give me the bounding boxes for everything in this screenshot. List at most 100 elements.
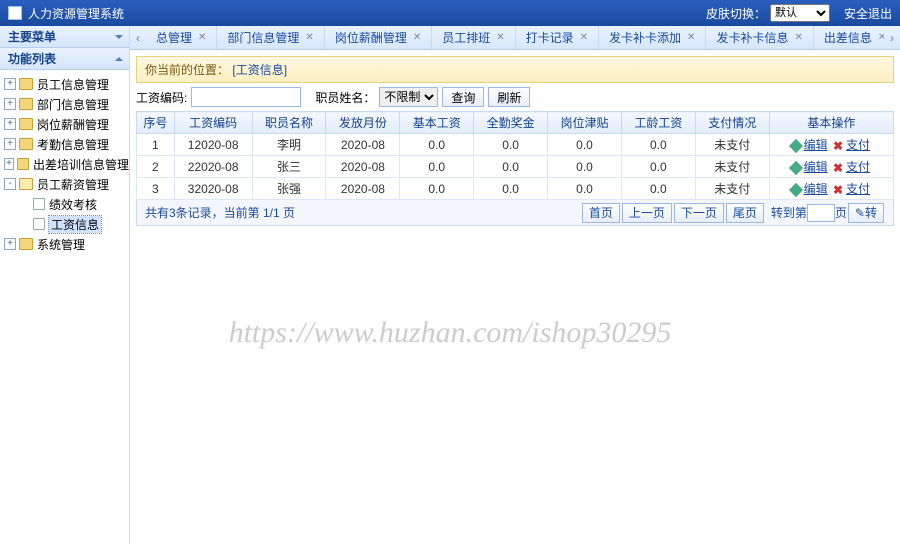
column-header: 支付情况 [695, 112, 769, 134]
tab[interactable]: 出差信息✕ [814, 26, 884, 49]
pay-link[interactable]: 支付 [846, 160, 870, 174]
tab[interactable]: 部门信息管理✕ [217, 26, 324, 49]
delete-icon: ✖ [833, 161, 843, 175]
breadcrumb: 你当前的位置： [工资信息] [136, 56, 894, 83]
column-header: 全勤奖金 [474, 112, 548, 134]
tree-node-label: 考勤信息管理 [37, 136, 109, 153]
pay-link[interactable]: 支付 [846, 138, 870, 152]
plus-icon[interactable]: + [4, 238, 16, 250]
folder-icon [19, 238, 33, 250]
folder-icon [19, 118, 33, 130]
tab-scroll-right[interactable]: › [884, 26, 900, 49]
sidebar-func-header[interactable]: 功能列表 [0, 48, 129, 70]
skin-select[interactable]: 默认 [770, 4, 830, 22]
logout-link[interactable]: 安全退出 [844, 5, 892, 22]
pay-link[interactable]: 支付 [846, 182, 870, 196]
pager-next[interactable]: 下一页 [674, 203, 724, 223]
plus-icon[interactable]: + [4, 158, 14, 170]
pager-last[interactable]: 尾页 [726, 203, 764, 223]
cell-actions: 编辑 ✖支付 [769, 134, 893, 156]
tab-scroll-left[interactable]: ‹ [130, 26, 146, 49]
sidebar-menu-header[interactable]: 主要菜单 [0, 26, 129, 48]
tree-node-label: 出差培训信息管理 [33, 156, 129, 173]
cell-month: 2020-08 [326, 134, 400, 156]
close-icon[interactable]: ✕ [794, 32, 802, 43]
tab[interactable]: 发卡补卡添加✕ [599, 26, 706, 49]
close-icon[interactable]: ✕ [305, 32, 313, 43]
tab-label: 总管理 [156, 29, 192, 46]
pager-go-button[interactable]: ✎转 [848, 203, 884, 223]
sidebar-menu-title: 主要菜单 [8, 26, 56, 48]
tree-node[interactable]: +员工信息管理 [0, 74, 129, 94]
minus-icon[interactable]: - [4, 178, 16, 190]
name-label: 职员姓名： [315, 89, 375, 106]
tab[interactable]: 员工排班✕ [432, 26, 515, 49]
tree-node[interactable]: +岗位薪酬管理 [0, 114, 129, 134]
edit-link[interactable]: 编辑 [804, 160, 828, 174]
cell-allow: 0.0 [548, 134, 622, 156]
tree-node[interactable]: - 员工薪资管理 [0, 174, 129, 194]
pager-info: 共有3条记录，当前第 1/1 页 [145, 204, 581, 221]
tree-node-label: 员工薪资管理 [37, 176, 109, 193]
content: 你当前的位置： [工资信息] 工资编码: 职员姓名： 不限制 查询 刷新 序号工… [130, 50, 900, 544]
tree-node-label: 工资信息 [49, 216, 101, 233]
name-select[interactable]: 不限制 [379, 87, 438, 107]
tree-node-label: 部门信息管理 [37, 96, 109, 113]
edit-link[interactable]: 编辑 [804, 138, 828, 152]
expand-icon[interactable] [115, 53, 123, 61]
search-bar: 工资编码: 职员姓名： 不限制 查询 刷新 [136, 87, 894, 107]
app-icon [8, 6, 22, 20]
tree-node[interactable]: + 考勤信息管理 [0, 134, 129, 154]
plus-icon[interactable]: + [4, 118, 16, 130]
main-area: ‹ 总管理✕部门信息管理✕岗位薪酬管理✕员工排班✕打卡记录✕发卡补卡添加✕发卡补… [130, 26, 900, 544]
plus-icon[interactable]: + [4, 98, 16, 110]
cell-bonus: 0.0 [474, 156, 548, 178]
salary-table: 序号工资编码职员名称发放月份基本工资全勤奖金岗位津贴工龄工资支付情况基本操作 1… [136, 111, 894, 200]
cell-status: 未支付 [695, 178, 769, 200]
collapse-icon[interactable] [115, 35, 123, 43]
cell-bonus: 0.0 [474, 178, 548, 200]
tab[interactable]: 岗位薪酬管理✕ [325, 26, 432, 49]
table-row: 112020-08李明2020-080.00.00.00.0未支付编辑 ✖支付 [137, 134, 894, 156]
tree-node-label: 系统管理 [37, 236, 85, 253]
tree-node[interactable]: 工资信息 [0, 214, 129, 234]
tree-node[interactable]: + 出差培训信息管理 [0, 154, 129, 174]
tree-node[interactable]: 绩效考核 [0, 194, 129, 214]
folder-icon [19, 138, 33, 150]
cell-actions: 编辑 ✖支付 [769, 178, 893, 200]
refresh-button[interactable]: 刷新 [488, 87, 530, 107]
cell-idx: 2 [137, 156, 175, 178]
tab[interactable]: 总管理 ✕ [146, 26, 217, 49]
code-input[interactable] [191, 87, 301, 107]
pager: 共有3条记录，当前第 1/1 页 首页 上一页 下一页 尾页 转到第 页 ✎转 [136, 200, 894, 226]
close-icon[interactable]: ✕ [580, 32, 588, 43]
cell-sen: 0.0 [621, 156, 695, 178]
edit-link[interactable]: 编辑 [804, 182, 828, 196]
nav-tree: +员工信息管理+部门信息管理+岗位薪酬管理+考勤信息管理+出差培训信息管理-员工… [0, 70, 129, 258]
close-icon[interactable]: ✕ [198, 32, 206, 43]
pager-goto-input[interactable] [807, 204, 835, 222]
tree-node[interactable]: + 部门信息管理 [0, 94, 129, 114]
close-icon[interactable]: ✕ [496, 32, 504, 43]
plus-icon[interactable]: + [4, 138, 16, 150]
cell-sen: 0.0 [621, 178, 695, 200]
folder-icon [19, 78, 33, 90]
query-button[interactable]: 查询 [442, 87, 484, 107]
pager-first[interactable]: 首页 [582, 203, 620, 223]
cell-base: 0.0 [400, 156, 474, 178]
cell-emp: 张三 [252, 156, 326, 178]
cell-sen: 0.0 [621, 134, 695, 156]
folder-icon [17, 158, 29, 170]
close-icon[interactable]: ✕ [687, 32, 695, 43]
cell-actions: 编辑 ✖支付 [769, 156, 893, 178]
tree-node[interactable]: + 系统管理 [0, 234, 129, 254]
plus-icon[interactable]: + [4, 78, 16, 90]
cell-idx: 1 [137, 134, 175, 156]
pager-prev[interactable]: 上一页 [622, 203, 672, 223]
app-header: 人力资源管理系统 皮肤切换： 默认 安全退出 [0, 0, 900, 26]
cell-emp: 张强 [252, 178, 326, 200]
close-icon[interactable]: ✕ [413, 32, 421, 43]
tab[interactable]: 发卡补卡信息✕ [706, 26, 813, 49]
tab[interactable]: 打卡记录✕ [516, 26, 599, 49]
column-header: 基本操作 [769, 112, 893, 134]
